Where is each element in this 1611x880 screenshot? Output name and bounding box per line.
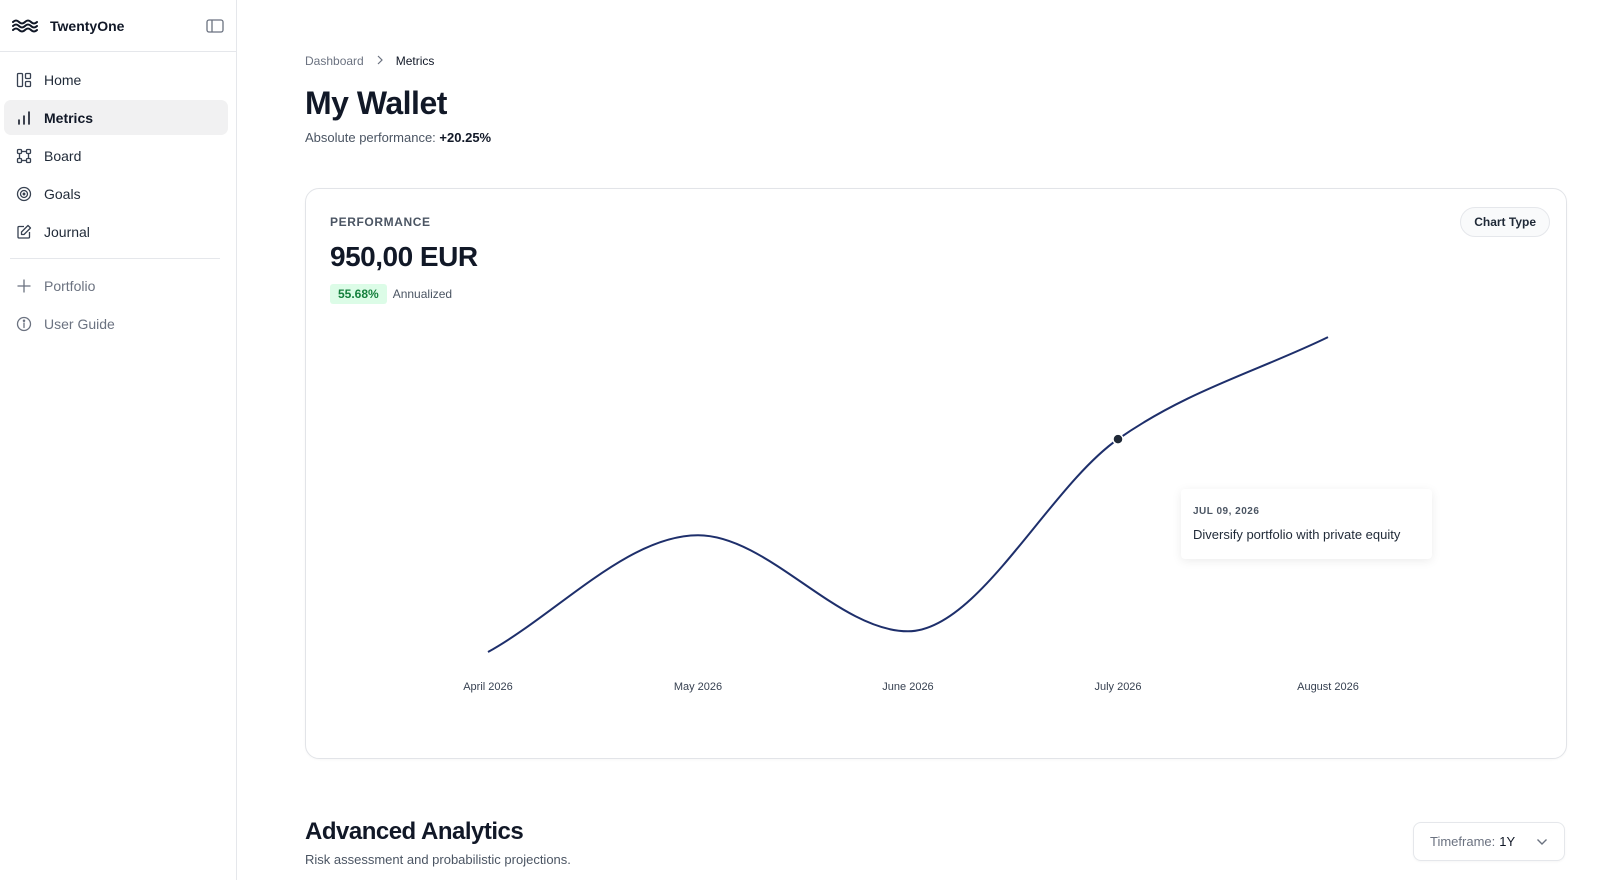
- sidebar-item-user-guide[interactable]: User Guide: [4, 306, 228, 341]
- x-tick-label: May 2026: [674, 681, 722, 693]
- analytics-title: Advanced Analytics: [305, 818, 524, 845]
- x-tick-label: July 2026: [1094, 681, 1141, 693]
- x-tick-label: June 2026: [882, 681, 933, 693]
- annualized-label: Annualized: [392, 287, 453, 301]
- edit-icon: [15, 223, 33, 241]
- timeframe-label: Timeframe:: [1430, 834, 1496, 849]
- waves-logo-icon: [12, 18, 38, 34]
- portfolio-amount: 950,00 EUR: [330, 241, 478, 272]
- app-name: TwentyOne: [50, 17, 125, 34]
- chevron-down-icon: [1536, 838, 1548, 846]
- tooltip-date: JUL 09, 2026: [1193, 506, 1260, 517]
- performance-card: April 2026 May 2026 June 2026 July 2026 Augu…: [305, 188, 1567, 759]
- sidebar-toggle-icon[interactable]: [206, 18, 224, 33]
- sidebar-header: TwentyOne: [0, 0, 236, 52]
- annualized-badge: 55.68%: [330, 284, 387, 304]
- sidebar-divider: [10, 258, 220, 259]
- sidebar-item-label: Journal: [44, 223, 90, 240]
- performance-value: +20.25%: [439, 130, 492, 145]
- board-icon: [15, 147, 33, 165]
- sidebar-item-label: Portfolio: [44, 277, 96, 294]
- sidebar-item-label: Metrics: [44, 109, 94, 126]
- chart-type-button[interactable]: Chart Type: [1460, 207, 1550, 237]
- sidebar-item-home[interactable]: Home: [4, 62, 228, 97]
- absolute-performance: Absolute performance: +20.25%: [305, 130, 491, 145]
- highlight-point[interactable]: [1112, 433, 1124, 445]
- plus-icon: [15, 277, 33, 295]
- chart-tooltip: JUL 09, 2026 Diversify portfolio with pr…: [1181, 489, 1432, 559]
- card-label: PERFORMANCE: [330, 215, 431, 229]
- chevron-right-icon: [376, 54, 384, 68]
- target-icon: [15, 185, 33, 203]
- sidebar-item-label: User Guide: [44, 315, 115, 332]
- tooltip-text: Diversify portfolio with private equity: [1193, 527, 1401, 542]
- breadcrumb-current: Metrics: [395, 54, 435, 68]
- layout-icon: [15, 71, 33, 89]
- annualized-row: 55.68% Annualized: [330, 284, 452, 304]
- sidebar-item-portfolio[interactable]: Portfolio: [4, 268, 228, 303]
- analytics-subtitle: Risk assessment and probabilistic projec…: [305, 852, 571, 867]
- x-tick-label: April 2026: [463, 681, 513, 693]
- sidebar-nav: Home Metrics Board Goals Journal Portfol…: [0, 52, 236, 352]
- sidebar-item-journal[interactable]: Journal: [4, 214, 228, 249]
- performance-chart: April 2026 May 2026 June 2026 July 2026 Augu…: [463, 336, 1359, 693]
- breadcrumb: Dashboard Metrics: [305, 54, 434, 68]
- x-tick-label: August 2026: [1297, 681, 1359, 693]
- info-icon: [15, 315, 33, 333]
- timeframe-value: 1Y: [1499, 834, 1516, 849]
- page-title: My Wallet: [305, 85, 447, 121]
- bar-chart-icon: [15, 109, 33, 127]
- sidebar-item-label: Goals: [44, 185, 81, 202]
- sidebar-item-goals[interactable]: Goals: [4, 176, 228, 211]
- timeframe-select[interactable]: Timeframe: 1Y: [1413, 822, 1565, 861]
- sidebar-item-label: Home: [44, 71, 82, 88]
- sidebar-item-label: Board: [44, 147, 82, 164]
- sidebar-item-metrics[interactable]: Metrics: [4, 100, 228, 135]
- sidebar-item-board[interactable]: Board: [4, 138, 228, 173]
- sidebar: TwentyOne Home Metrics Board Goals Journ…: [0, 0, 237, 880]
- performance-label: Absolute performance:: [305, 130, 436, 145]
- breadcrumb-dashboard-link[interactable]: Dashboard: [305, 54, 364, 68]
